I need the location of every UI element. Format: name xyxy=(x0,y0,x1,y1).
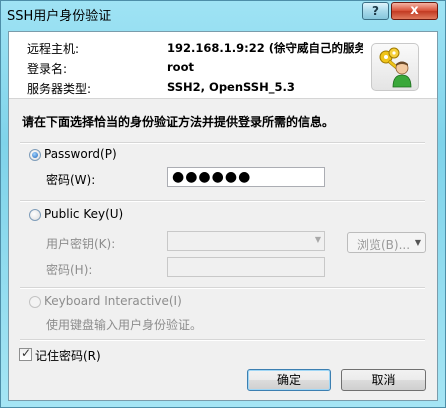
login-value: root xyxy=(167,60,194,74)
keyboard-interactive-radio[interactable] xyxy=(29,296,41,308)
ssh-auth-dialog: SSH用户身份验证 ? x 远程主机: 192.168.1.9:22 (徐守威自… xyxy=(0,0,446,408)
remember-password-checkbox[interactable]: ✓ xyxy=(19,346,32,361)
password-radio[interactable] xyxy=(29,149,41,161)
password-masked-value: ●●●●●● xyxy=(172,169,252,185)
publickey-radio[interactable] xyxy=(29,209,41,221)
remember-password-label[interactable]: 记住密码(R) xyxy=(35,347,101,364)
close-button[interactable]: x xyxy=(391,2,438,20)
chevron-down-icon: ▼ xyxy=(314,235,321,244)
separator xyxy=(20,200,425,202)
user-key-label: 用户密钥(K): xyxy=(46,237,116,251)
separator xyxy=(20,142,425,144)
host-label: 远程主机: xyxy=(27,42,80,56)
separator xyxy=(20,339,425,341)
publickey-radio-label[interactable]: Public Key(U) xyxy=(44,207,123,221)
title-bar[interactable]: SSH用户身份验证 ? x xyxy=(1,1,445,25)
connection-info-panel: 远程主机: 192.168.1.9:22 (徐守威自己的服务器) 登录名: ro… xyxy=(9,32,437,99)
browse-button-label: 浏览(B)... xyxy=(357,238,411,252)
keyboard-interactive-description: 使用键盘输入用户身份验证。 xyxy=(46,318,203,332)
password-input[interactable]: ●●●●●● xyxy=(167,167,325,187)
instruction-text: 请在下面选择恰当的身份验证方法并提供登录所需的信息。 xyxy=(22,115,335,129)
passphrase-input[interactable] xyxy=(167,257,325,277)
window-title: SSH用户身份验证 xyxy=(7,9,112,24)
checkmark-icon: ✓ xyxy=(21,346,32,360)
login-label: 登录名: xyxy=(27,62,68,76)
password-field-label: 密码(W): xyxy=(46,173,96,187)
help-button[interactable]: ? xyxy=(362,2,389,20)
keyboard-interactive-label[interactable]: Keyboard Interactive(I) xyxy=(44,294,182,308)
cancel-button[interactable]: 取消 xyxy=(341,369,426,391)
host-value: 192.168.1.9:22 (徐守威自己的服务器) xyxy=(167,41,363,55)
passphrase-label: 密码(H): xyxy=(46,263,93,277)
password-radio-label[interactable]: Password(P) xyxy=(44,147,117,161)
server-type-label: 服务器类型: xyxy=(27,82,92,96)
ok-button[interactable]: 确定 xyxy=(247,369,331,391)
keys-user-icon xyxy=(371,43,419,91)
dialog-body: 远程主机: 192.168.1.9:22 (徐守威自己的服务器) 登录名: ro… xyxy=(8,31,438,401)
separator xyxy=(20,287,425,289)
user-key-select[interactable]: ▼ xyxy=(167,231,325,251)
server-type-value: SSH2, OpenSSH_5.3 xyxy=(167,80,295,94)
browse-button[interactable]: 浏览(B)... ▼ xyxy=(347,232,426,253)
dropdown-arrow-icon: ▼ xyxy=(414,238,421,247)
